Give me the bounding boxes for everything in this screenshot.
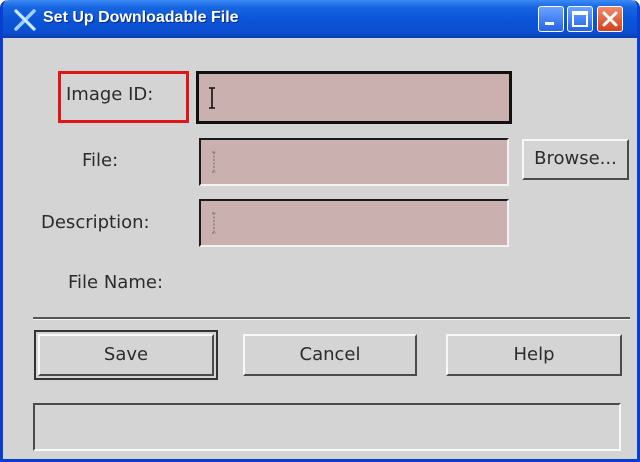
file-name-label: File Name: xyxy=(68,272,164,293)
maximize-button[interactable] xyxy=(567,6,593,32)
description-input[interactable] xyxy=(201,201,507,245)
browse-button[interactable]: Browse... xyxy=(522,139,629,180)
minimize-button[interactable] xyxy=(538,6,564,32)
description-label: Description: xyxy=(41,212,150,233)
window-title: Set Up Downloadable File xyxy=(43,9,239,26)
file-input[interactable] xyxy=(201,140,507,184)
title-bar[interactable]: Set Up Downloadable File xyxy=(3,0,637,38)
text-cursor-icon xyxy=(212,151,216,173)
help-button[interactable]: Help xyxy=(446,334,622,376)
separator xyxy=(33,317,630,320)
minimize-icon xyxy=(545,22,554,25)
file-label: File: xyxy=(82,150,119,171)
text-cursor-icon xyxy=(209,87,215,109)
setup-downloadable-file-dialog: Set Up Downloadable File Image ID: File: xyxy=(0,0,640,462)
image-id-input[interactable] xyxy=(199,74,509,121)
description-field[interactable] xyxy=(199,199,509,247)
cancel-button[interactable]: Cancel xyxy=(243,334,417,376)
save-button[interactable]: Save xyxy=(34,330,218,380)
close-button[interactable] xyxy=(597,6,623,32)
status-bar xyxy=(33,403,621,451)
image-id-field[interactable] xyxy=(196,71,512,124)
text-cursor-icon xyxy=(212,212,216,234)
file-field[interactable] xyxy=(199,138,509,186)
close-icon xyxy=(602,11,618,27)
image-id-label: Image ID: xyxy=(66,84,154,105)
x-icon xyxy=(14,9,36,31)
maximize-icon xyxy=(572,11,588,27)
